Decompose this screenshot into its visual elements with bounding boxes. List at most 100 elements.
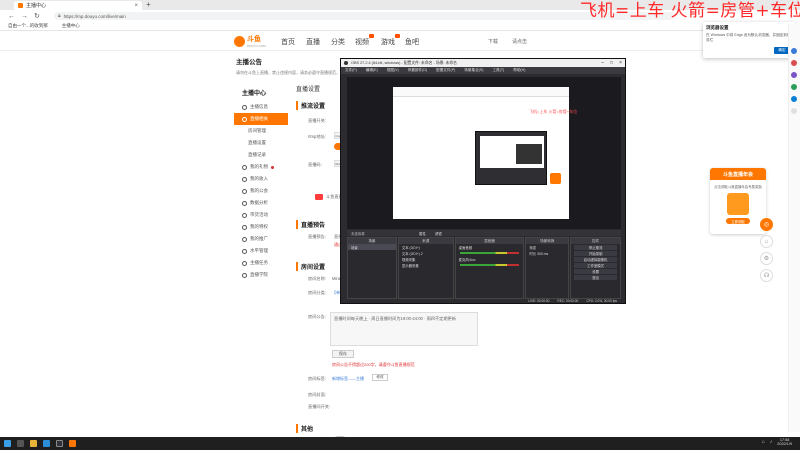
save-notice-button[interactable]: 保存	[332, 350, 354, 358]
douyu-logo[interactable]: 斗鱼 DOUYU.COM	[234, 34, 266, 48]
sidebar-item[interactable]: 直播记录	[234, 149, 288, 161]
search-icon[interactable]	[17, 440, 24, 447]
sidebar-item[interactable]: 我的礼物	[234, 161, 288, 173]
obs-menu-item[interactable]: 视图(V)	[387, 68, 399, 73]
nav-fishbar[interactable]: 鱼吧	[405, 37, 419, 47]
promo-button[interactable]: 立即领取	[726, 218, 750, 224]
games-icon[interactable]	[791, 84, 797, 90]
sidebar-item[interactable]: 水平管理	[234, 245, 288, 257]
nav-video-label: 视频	[355, 39, 369, 46]
obs-statusbar: LIVE: 00:00:00 REC: 00:00:00 CPU: 2.0%, …	[347, 299, 621, 304]
transition-duration[interactable]: 时长 300 ms	[526, 250, 568, 256]
dock-controls: 控件 停止推流 开始录制 启动虚拟摄像机 工作室模式 设置 退出	[570, 237, 621, 299]
obs-source-toolbar: 未选择源 属性 滤镜	[347, 230, 621, 236]
sidebar-item-label: 房间管理	[248, 128, 266, 133]
home-icon[interactable]: ⌂	[760, 235, 773, 248]
sidebar-item-icon	[242, 116, 247, 122]
sidebar-item-label: 直播相关	[250, 116, 268, 121]
edge-icon[interactable]	[43, 440, 50, 447]
headset-icon[interactable]: ☊	[760, 269, 773, 282]
sidebar-item-label: 我的推广	[250, 236, 268, 241]
add-icon[interactable]	[791, 108, 797, 114]
refresh-icon[interactable]: ↻	[34, 12, 40, 20]
sidebar-item[interactable]: 直播学院	[234, 269, 288, 281]
search-icon[interactable]	[791, 48, 797, 54]
favorite-link[interactable]: 主播中心	[62, 23, 80, 29]
live-icon[interactable]: ◎	[760, 218, 773, 231]
obs-preview[interactable]: 飞机=上车 火箭=房管+车位	[347, 77, 621, 229]
rec-time: REC: 00:00:00	[557, 299, 579, 303]
obs-icon[interactable]	[56, 440, 63, 447]
sidebar-item[interactable]: 我的收入	[234, 173, 288, 185]
notification-dot	[271, 165, 274, 169]
obs-menu-item[interactable]: 配置文件(P)	[436, 68, 455, 73]
start-recording-button[interactable]: 开始录制	[574, 251, 617, 256]
exit-button[interactable]: 退出	[574, 275, 617, 280]
close-tab-icon[interactable]: ×	[134, 3, 138, 9]
nav-live[interactable]: 直播	[306, 37, 320, 47]
user-menu[interactable]: 请点击	[512, 38, 527, 45]
sidebar-item[interactable]: 我的特权	[234, 221, 288, 233]
preview-capture-header	[393, 87, 569, 97]
forward-icon[interactable]: →	[21, 13, 28, 20]
obs-menu-item[interactable]: 帮助(H)	[513, 68, 525, 73]
scene-item[interactable]: 场景	[348, 244, 396, 251]
nav-category[interactable]: 分类	[331, 37, 345, 47]
download-link[interactable]: 下载	[488, 38, 498, 45]
clock[interactable]: 17:58 2022/1/9	[777, 438, 792, 446]
stream-key-label: 直播码:	[308, 162, 322, 167]
sidebar-item[interactable]: 数据分析	[234, 197, 288, 209]
sidebar: 主播中心 主播信息 直播相关 房间管理 直播设置 直播记录 我的礼物 我的收入 我的公会 数据分…	[234, 84, 288, 304]
room-notice-label: 房间公告:	[308, 314, 326, 319]
minimize-icon[interactable]: –	[601, 60, 604, 66]
obs-menu-item[interactable]: 场景集合(S)	[464, 68, 483, 73]
nav-game[interactable]: 游戏	[381, 34, 400, 47]
sidebar-item[interactable]: 我的公会	[234, 185, 288, 197]
nav-video[interactable]: 视频	[355, 34, 374, 47]
audio-meter[interactable]	[459, 252, 520, 255]
tools-icon[interactable]	[791, 72, 797, 78]
obs-app-icon	[344, 61, 348, 65]
virtual-camera-button[interactable]: 启动虚拟摄像机	[574, 257, 617, 262]
obs-menu-item[interactable]: 工具(T)	[492, 68, 504, 73]
sidebar-item[interactable]: 房间管理	[234, 125, 288, 137]
sidebar-item[interactable]: 主播任务	[234, 257, 288, 269]
obs-menu-item[interactable]: 停靠部件(D)	[408, 68, 427, 73]
nav-home[interactable]: 首页	[281, 37, 295, 47]
sidebar-item[interactable]: 直播相关	[234, 113, 288, 125]
shopping-icon[interactable]	[791, 60, 797, 66]
promo-image	[727, 193, 749, 215]
studio-mode-button[interactable]: 工作室模式	[574, 263, 617, 268]
room-tag-value[interactable]: 新增标签——主播	[332, 376, 364, 382]
promo-card[interactable]: 斗鱼直播年会 点击领取斗鱼直播年会专属奖励 立即领取	[710, 168, 766, 234]
volume-icon[interactable]: ♪	[770, 439, 773, 445]
source-item[interactable]: 显示器采集	[399, 263, 453, 269]
browser-tab[interactable]: 主播中心 ×	[14, 1, 142, 10]
close-icon[interactable]: ×	[619, 60, 622, 66]
back-icon[interactable]: ←	[8, 13, 15, 20]
sidebar-item[interactable]: 带货活动	[234, 209, 288, 221]
sidebar-item-label: 我的特权	[250, 224, 268, 229]
office-icon[interactable]	[791, 96, 797, 102]
file-explorer-icon[interactable]	[30, 440, 37, 447]
stop-stream-button[interactable]: 停止推流	[574, 245, 617, 250]
favorite-link[interactable]: 自由一个...的收到那	[8, 23, 48, 29]
filters-button[interactable]: 滤镜	[435, 231, 442, 236]
audio-meter[interactable]	[459, 264, 520, 267]
start-icon[interactable]	[4, 440, 11, 447]
new-tab-button[interactable]: +	[146, 1, 151, 9]
obs-menu-item[interactable]: 文件(F)	[345, 68, 357, 73]
gear-icon[interactable]: ⚙	[760, 252, 773, 265]
sidebar-item[interactable]: 直播设置	[234, 137, 288, 149]
obs-menu-item[interactable]: 编辑(E)	[366, 68, 378, 73]
settings-button[interactable]: 设置	[574, 269, 617, 274]
sidebar-item[interactable]: 我的推广	[234, 233, 288, 245]
network-icon[interactable]: ⌂	[762, 439, 765, 445]
url-text: https://mp.douyu.com/live/main	[63, 13, 126, 19]
maximize-icon[interactable]: □	[610, 60, 613, 66]
edit-tag-button[interactable]: 修改	[372, 374, 388, 381]
room-notice-textarea[interactable]: 直播时间每天晚上 · 周日直播时间为19:00-24:00 · 周四不定期更新	[330, 312, 478, 346]
properties-button[interactable]: 属性	[419, 231, 426, 236]
douyu-app-icon[interactable]	[69, 440, 76, 447]
sidebar-item[interactable]: 主播信息	[234, 101, 288, 113]
